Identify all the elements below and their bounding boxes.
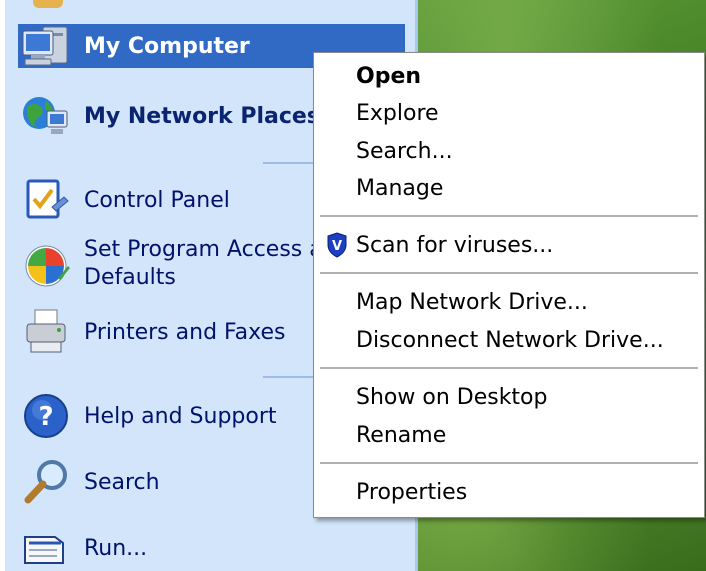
start-item-label: My Computer — [84, 33, 250, 59]
start-item-label: My Network Places — [84, 103, 320, 129]
menu-separator — [320, 462, 698, 464]
menu-item-search[interactable]: Search... — [356, 135, 453, 169]
svg-text:?: ? — [38, 402, 53, 432]
screenshot-frame: My Computer My Network Places Control Pa… — [0, 0, 706, 571]
svg-text:V: V — [332, 239, 342, 254]
menu-item-scan-for-viruses[interactable]: Scan for viruses... — [356, 229, 553, 263]
start-item-help-and-support[interactable]: ? Help and Support — [20, 394, 277, 438]
menu-item-disconnect-network-drive[interactable]: Disconnect Network Drive... — [356, 324, 664, 358]
search-icon — [20, 456, 72, 508]
start-item-run[interactable]: Run... — [20, 526, 147, 570]
menu-item-explore[interactable]: Explore — [356, 97, 439, 131]
start-item-label: Help and Support — [84, 403, 277, 429]
start-item-label: Control Panel — [84, 187, 230, 213]
menu-item-manage[interactable]: Manage — [356, 172, 443, 206]
antivirus-shield-icon: V — [327, 232, 347, 258]
start-item-label: Set Program Access a Defaults — [84, 236, 323, 292]
menu-separator — [320, 272, 698, 274]
my-computer-icon — [20, 20, 72, 72]
start-item-label: Search — [84, 469, 160, 495]
menu-item-rename[interactable]: Rename — [356, 419, 446, 453]
help-icon: ? — [20, 390, 72, 442]
partial-menu-icon — [33, 0, 63, 8]
menu-separator — [320, 367, 698, 369]
start-item-control-panel[interactable]: Control Panel — [20, 178, 230, 222]
menu-item-show-on-desktop[interactable]: Show on Desktop — [356, 381, 547, 415]
menu-item-properties[interactable]: Properties — [356, 476, 467, 510]
start-item-label: Printers and Faxes — [84, 319, 286, 345]
start-item-my-network-places[interactable]: My Network Places — [20, 94, 320, 138]
context-menu: Open Explore Search... Manage V Scan for… — [313, 52, 705, 518]
set-program-access-icon — [20, 240, 72, 292]
start-item-search[interactable]: Search — [20, 460, 160, 504]
network-places-icon — [20, 90, 72, 142]
control-panel-icon — [20, 174, 72, 226]
menu-item-map-network-drive[interactable]: Map Network Drive... — [356, 286, 588, 320]
run-icon — [20, 522, 72, 571]
start-item-set-program-access[interactable]: Set Program Access a Defaults — [20, 236, 323, 300]
start-item-label-line1: Set Program Access a — [84, 237, 323, 262]
menu-separator — [320, 215, 698, 217]
start-item-label-line2: Defaults — [84, 265, 176, 290]
menu-item-open[interactable]: Open — [356, 60, 421, 94]
printer-icon — [20, 306, 72, 358]
start-item-label: Run... — [84, 535, 148, 561]
start-item-printers-and-faxes[interactable]: Printers and Faxes — [20, 309, 286, 354]
